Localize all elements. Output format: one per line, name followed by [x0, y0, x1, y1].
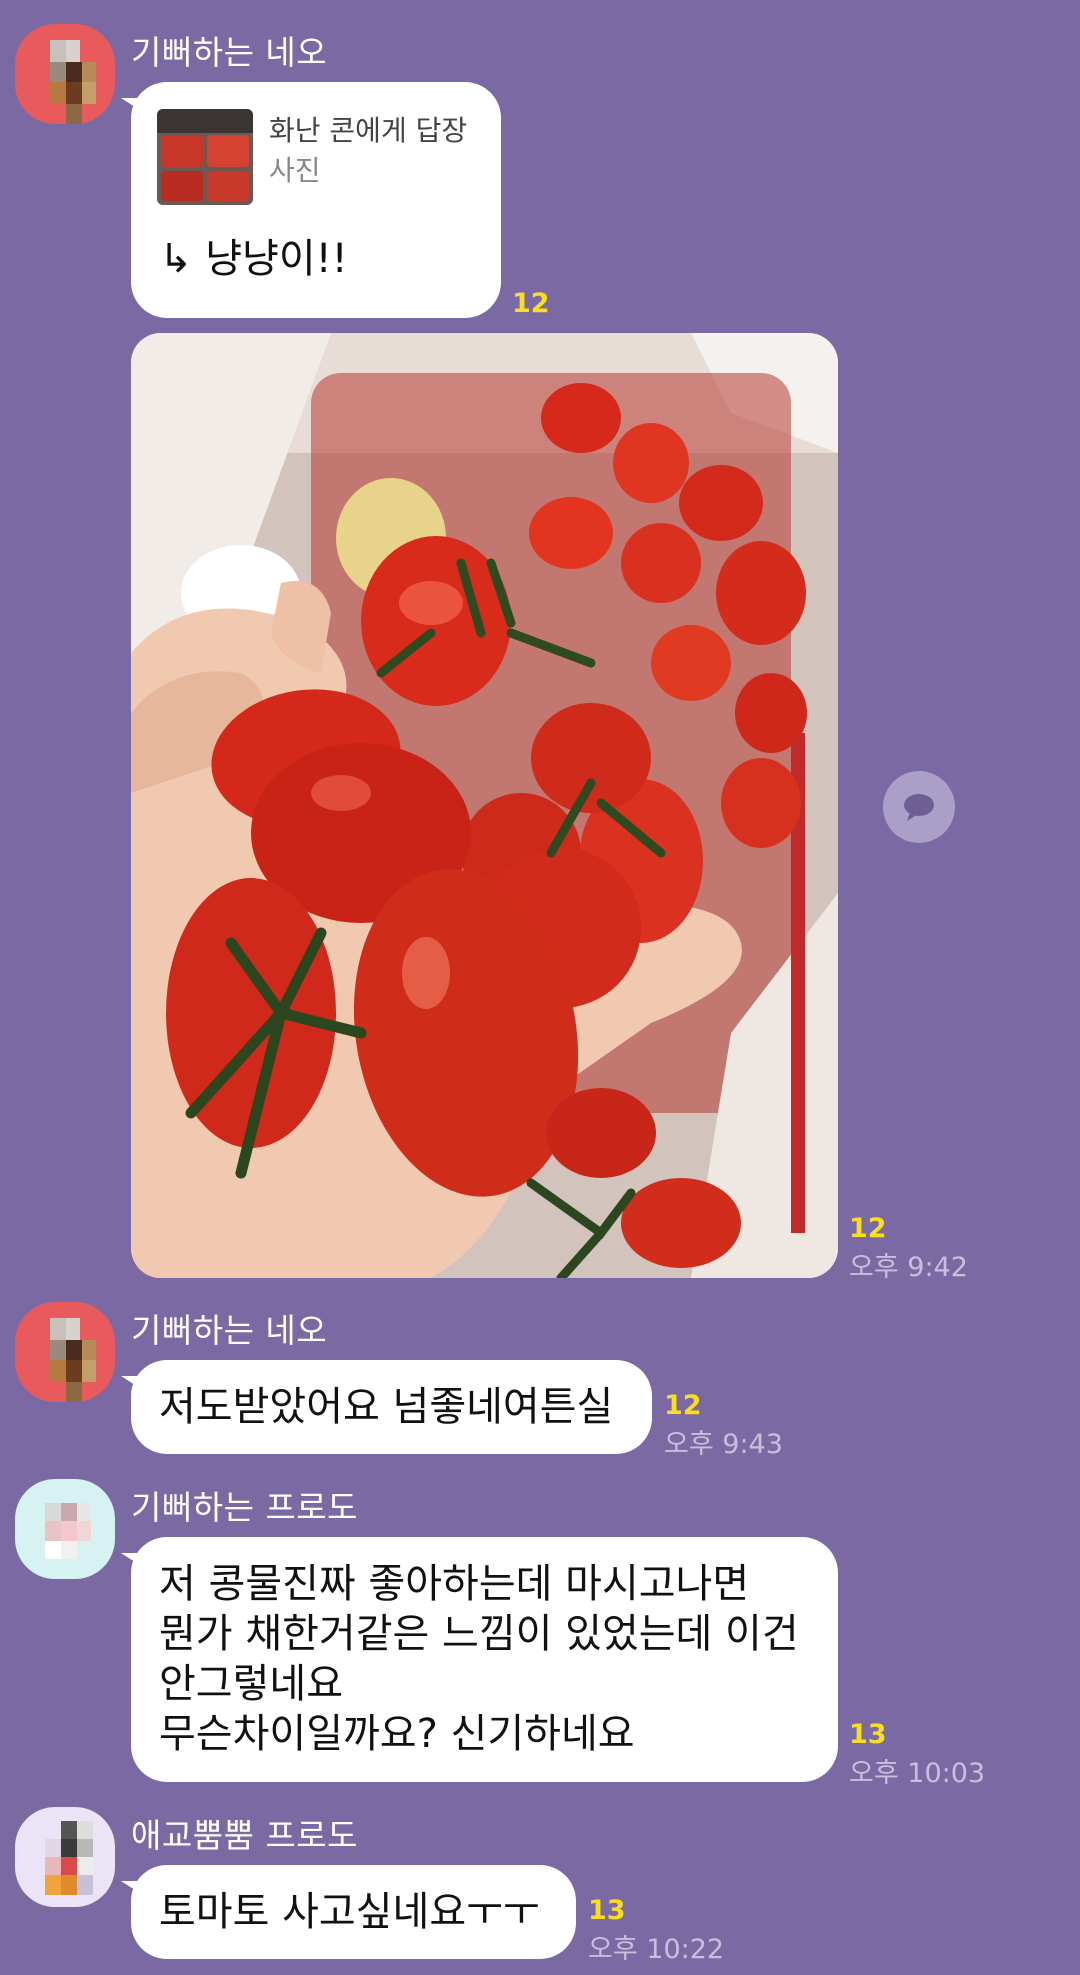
message-time: 오후 9:42 [849, 1252, 968, 1283]
unread-count: 12 [849, 1213, 887, 1244]
sender-name: 기뻐하는 프로도 [131, 1488, 359, 1527]
tomato-photo [131, 333, 838, 1278]
sender-name: 기뻐하는 네오 [131, 33, 328, 72]
speech-bubble-icon [904, 794, 934, 821]
message-time: 오후 10:22 [588, 1934, 725, 1965]
avatar[interactable] [15, 1479, 115, 1579]
message-time: 오후 10:03 [849, 1758, 986, 1789]
message-line: 저 콩물진짜 좋아하는데 마시고나면 [159, 1561, 750, 1607]
sender-name: 기뻐하는 네오 [131, 1311, 328, 1350]
message-time: 오후 9:43 [664, 1429, 783, 1460]
reply-target-label: 화난 콘에게 답장 [269, 114, 468, 147]
text-message-bubble[interactable]: 저도받았어요 넘좋네여튼실 [121, 1360, 652, 1454]
unread-count: 13 [849, 1719, 887, 1750]
message-line: 안그렇네요 [159, 1661, 343, 1707]
unread-count: 12 [512, 288, 550, 319]
reply-preview-thumbnail[interactable] [157, 109, 253, 205]
avatar[interactable] [15, 1302, 115, 1402]
photo-message[interactable] [131, 333, 838, 1278]
message-text: ↳ 냥냥이!! [159, 236, 348, 282]
text-message-bubble[interactable]: 토마토 사고싶네요ㅜㅜ [121, 1865, 576, 1959]
message-text: 저 콩물진짜 좋아하는데 마시고나면 뭔가 채한거같은 느낌이 있었는데 이건 … [159, 1559, 799, 1759]
sender-name: 애교뿜뿜 프로도 [131, 1816, 359, 1855]
message-text: 저도받았어요 넘좋네여튼실 [159, 1384, 614, 1430]
avatar[interactable] [15, 1807, 115, 1907]
unread-count: 13 [588, 1895, 626, 1926]
reply-target-type: 사진 [269, 154, 321, 187]
reply-message-bubble[interactable]: 화난 콘에게 답장 사진 ↳ 냥냥이!! [121, 82, 501, 318]
message-text: 토마토 사고싶네요ㅜㅜ [159, 1889, 540, 1935]
unread-count: 12 [664, 1390, 702, 1421]
message-line: 무슨차이일까요? 신기하네요 [159, 1711, 635, 1757]
message-line: 뭔가 채한거같은 느낌이 있었는데 이건 [159, 1611, 799, 1657]
share-button[interactable] [883, 771, 955, 843]
text-message-bubble[interactable]: 저 콩물진짜 좋아하는데 마시고나면 뭔가 채한거같은 느낌이 있었는데 이건 … [121, 1537, 838, 1782]
avatar[interactable] [15, 24, 115, 124]
